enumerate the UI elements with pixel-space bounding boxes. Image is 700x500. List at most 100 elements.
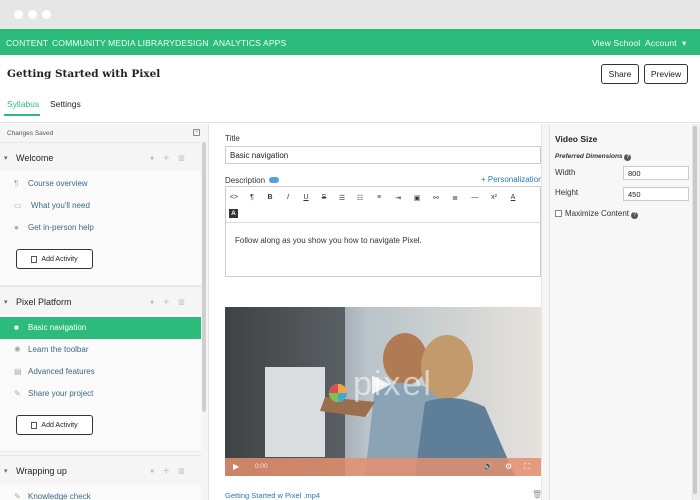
- activity-label[interactable]: Learn the toolbar: [28, 345, 89, 354]
- text-color-icon[interactable]: A: [507, 194, 519, 201]
- chevron-down-icon[interactable]: ▾: [4, 298, 8, 306]
- link-icon[interactable]: ⚯: [430, 194, 442, 202]
- video-size-panel: Video Size Preferred Dimensions ? Width …: [549, 124, 700, 500]
- title-input[interactable]: Basic navigation: [225, 146, 541, 164]
- height-input[interactable]: 450: [623, 187, 689, 201]
- tab-syllabus[interactable]: Syllabus: [7, 99, 39, 109]
- bold-icon[interactable]: B: [264, 194, 276, 201]
- section-wrapping-up: ▾ Wrapping up ●✛▥ ✎ Knowledge check: [0, 455, 201, 500]
- paragraph-icon[interactable]: ¶: [246, 194, 258, 201]
- trash-icon[interactable]: ▥: [178, 299, 194, 306]
- editor-scrollbar[interactable]: [541, 124, 549, 500]
- align-icon[interactable]: ≣: [449, 194, 461, 202]
- video-icon: ■: [14, 323, 19, 332]
- superscript-icon[interactable]: x²: [488, 194, 500, 201]
- highlight-icon[interactable]: A: [229, 209, 238, 218]
- rich-text-editor[interactable]: <> ¶ B I U S ☰ ☷ ≡ ⇥ ▣ ⚯ ≣ — x² A A Foll…: [225, 186, 541, 277]
- eye-icon[interactable]: ●: [150, 299, 163, 306]
- nav-analytics[interactable]: ANALYTICS: [213, 38, 261, 48]
- list-item[interactable]: ✎ Share your project: [0, 383, 201, 405]
- tab-settings[interactable]: Settings: [50, 99, 81, 109]
- activity-label[interactable]: Share your project: [28, 389, 93, 398]
- document-icon: ▤: [14, 367, 22, 376]
- help-icon[interactable]: ?: [624, 154, 632, 161]
- maximize-label[interactable]: Maximize Content ?: [565, 209, 639, 219]
- maximize-checkbox[interactable]: [555, 210, 562, 217]
- chevron-down-icon[interactable]: ▾: [682, 38, 686, 49]
- settings-icon[interactable]: ⚙: [505, 462, 512, 471]
- horizontal-rule-icon[interactable]: —: [469, 194, 481, 201]
- top-nav: CONTENT COMMUNITY MEDIA LIBRARY DESIGN A…: [0, 29, 700, 55]
- section-title[interactable]: Pixel Platform: [16, 297, 72, 307]
- activity-label[interactable]: Basic navigation: [28, 323, 86, 332]
- section-title[interactable]: Wrapping up: [16, 466, 67, 476]
- description-label: Description: [225, 176, 266, 185]
- video-file-link[interactable]: Getting Started w Pixel .mp4: [225, 491, 320, 500]
- nav-account[interactable]: Account: [645, 38, 677, 48]
- underline-icon[interactable]: U: [300, 194, 312, 201]
- nav-apps[interactable]: APPS: [263, 38, 286, 48]
- list-item[interactable]: ¶ Course overview: [0, 173, 201, 195]
- bullet-list-icon[interactable]: ☰: [336, 194, 348, 202]
- move-icon[interactable]: ✛: [163, 155, 178, 162]
- sidebar-scrollbar[interactable]: [202, 142, 206, 412]
- trash-icon[interactable]: ▥: [178, 468, 194, 475]
- code-icon[interactable]: <>: [228, 194, 240, 201]
- quiz-icon: ✎: [14, 492, 21, 500]
- trash-icon[interactable]: ▥: [178, 155, 194, 162]
- preferred-dimensions-label: Preferred Dimensions ?: [555, 153, 632, 161]
- panel-scroll-thumb[interactable]: [693, 126, 697, 494]
- image-icon[interactable]: ▣: [411, 194, 423, 202]
- personalization-link[interactable]: + Personalization: [481, 175, 543, 184]
- nav-design[interactable]: DESIGN: [175, 38, 209, 48]
- section-header[interactable]: ▾ Pixel Platform ●✛▥: [0, 287, 201, 315]
- nav-community[interactable]: COMMUNITY: [52, 38, 106, 48]
- play-icon[interactable]: ▶: [233, 462, 239, 471]
- activity-label[interactable]: What you'll need: [31, 201, 90, 210]
- nav-content[interactable]: CONTENT: [6, 38, 48, 48]
- eye-icon[interactable]: ●: [150, 468, 163, 475]
- play-icon[interactable]: ▶: [372, 369, 390, 398]
- fullscreen-icon[interactable]: ⛶: [524, 462, 530, 472]
- indent-icon[interactable]: ⇥: [392, 194, 404, 202]
- editor-body[interactable]: Follow along as you show you how to navi…: [235, 236, 422, 245]
- list-item[interactable]: ▤ Advanced features: [0, 361, 201, 383]
- window-close-dot[interactable]: [14, 10, 23, 19]
- add-activity-button[interactable]: Add Activity: [16, 415, 93, 435]
- numbered-list-icon[interactable]: ☷: [354, 194, 366, 202]
- nav-media-library[interactable]: MEDIA LIBRARY: [108, 38, 175, 48]
- chevron-down-icon[interactable]: ▾: [4, 154, 8, 162]
- share-button[interactable]: Share: [601, 64, 639, 84]
- move-icon[interactable]: ✛: [163, 299, 178, 306]
- section-header[interactable]: ▾ Welcome ●✛▥: [0, 143, 201, 171]
- section-header[interactable]: ▾ Wrapping up ●✛▥: [0, 456, 201, 484]
- activity-label[interactable]: Course overview: [28, 179, 88, 188]
- help-icon[interactable]: ?: [631, 212, 639, 219]
- list-item[interactable]: ✎ Knowledge check: [0, 486, 201, 500]
- volume-icon[interactable]: 🔊: [484, 462, 493, 470]
- chevron-down-icon[interactable]: ▾: [4, 467, 8, 475]
- preview-button[interactable]: Preview: [644, 64, 688, 84]
- description-toggle[interactable]: [269, 177, 279, 183]
- window-minimize-dot[interactable]: [28, 10, 37, 19]
- list-item[interactable]: ● Get in-person help: [0, 217, 201, 239]
- collapse-all-icon[interactable]: −: [193, 129, 200, 136]
- list-item[interactable]: ▭ What you'll need: [0, 195, 201, 217]
- nav-view-school[interactable]: View School: [592, 38, 640, 48]
- strikethrough-icon[interactable]: S: [318, 194, 330, 201]
- list-item[interactable]: ✺ Learn the toolbar: [0, 339, 201, 361]
- section-title[interactable]: Welcome: [16, 153, 53, 163]
- move-icon[interactable]: ✛: [163, 468, 178, 475]
- window-zoom-dot[interactable]: [42, 10, 51, 19]
- active-tab-indicator: [4, 114, 40, 116]
- width-input[interactable]: 800: [623, 166, 689, 180]
- eye-icon[interactable]: ●: [150, 155, 163, 162]
- activity-label[interactable]: Get in-person help: [28, 223, 94, 232]
- activity-label[interactable]: Advanced features: [28, 367, 95, 376]
- add-activity-button[interactable]: Add Activity: [16, 249, 93, 269]
- activity-label[interactable]: Knowledge check: [28, 492, 91, 500]
- list-item[interactable]: ■ Basic navigation: [0, 317, 201, 339]
- video-player[interactable]: pixel ▶ ▶ 0:00 🔊 ⚙ ⛶: [225, 307, 541, 476]
- italic-icon[interactable]: I: [282, 194, 294, 201]
- outdent-icon[interactable]: ≡: [373, 194, 385, 201]
